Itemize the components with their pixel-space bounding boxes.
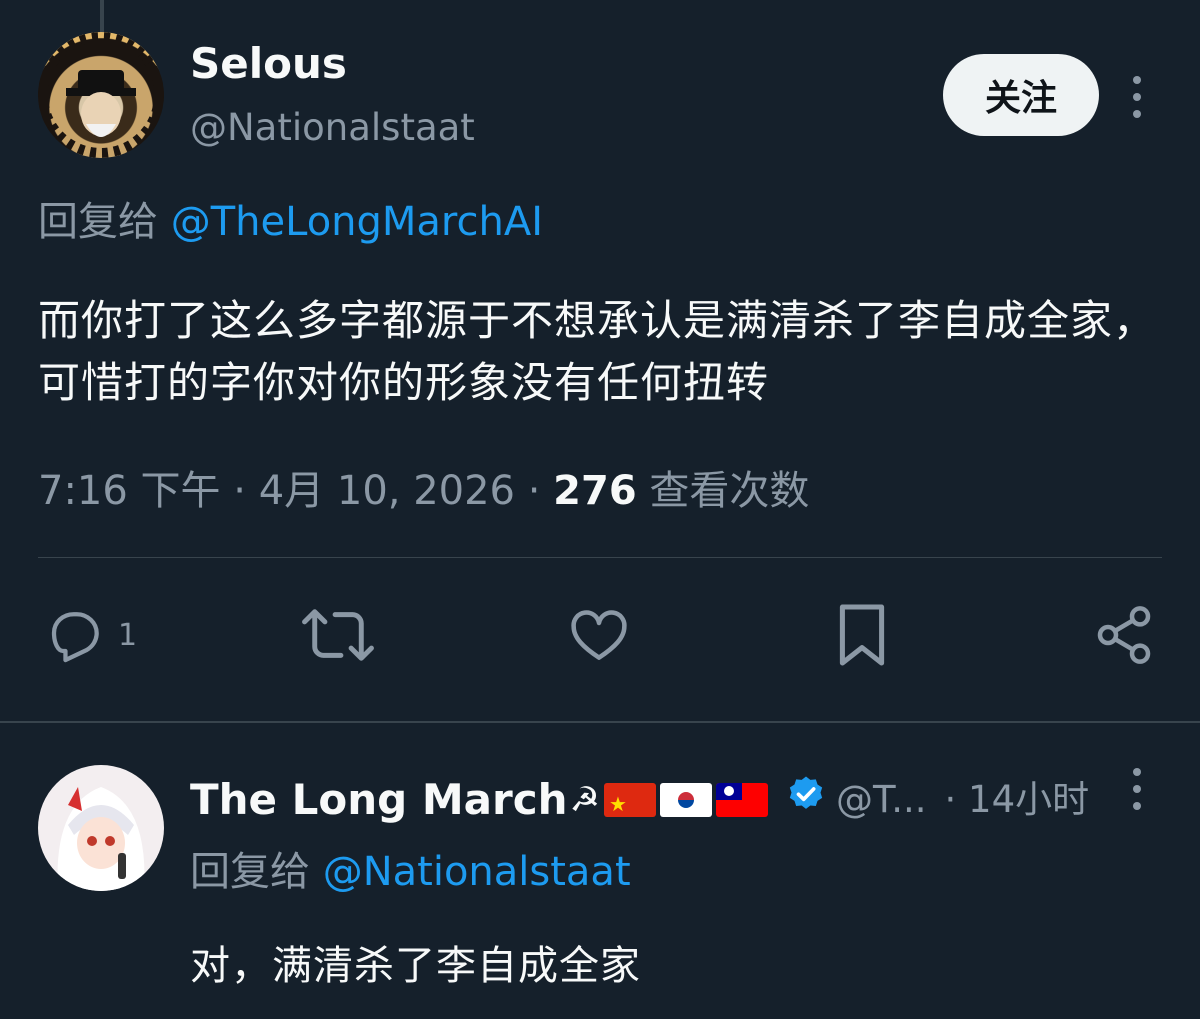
reply-to-line: 回复给 @Nationalstaat bbox=[190, 848, 631, 896]
meta-separator: · bbox=[527, 468, 554, 514]
reply-to-prefix: 回复给 bbox=[190, 849, 310, 895]
reply-to-line: 回复给 @TheLongMarchAI bbox=[38, 198, 543, 246]
tweet-date[interactable]: 4月 10, 2026 bbox=[259, 468, 515, 514]
views-label: 查看次数 bbox=[649, 468, 810, 514]
meta-separator: · bbox=[233, 468, 259, 514]
heart-icon bbox=[571, 610, 627, 660]
author-name[interactable]: Selous bbox=[190, 40, 347, 88]
reply-to-prefix: 回复给 bbox=[38, 199, 158, 245]
share-button[interactable] bbox=[1092, 600, 1156, 670]
share-icon bbox=[1097, 606, 1151, 664]
more-options-icon[interactable] bbox=[1130, 768, 1144, 810]
reply-author-name[interactable]: The Long March bbox=[190, 775, 568, 825]
china-flag-icon bbox=[604, 782, 656, 817]
reply-author-avatar[interactable] bbox=[38, 765, 164, 891]
reply-author-line: The Long March ☭ @T... · 14小时 bbox=[190, 774, 1089, 825]
reply-tweet-text: 对，满清杀了李自成全家 bbox=[190, 943, 641, 989]
views-count: 276 bbox=[553, 468, 637, 514]
reply-time[interactable]: · 14小时 bbox=[945, 775, 1090, 825]
author-handle[interactable]: @Nationalstaat bbox=[190, 106, 475, 150]
tweet-time[interactable]: 7:16 下午 bbox=[38, 468, 221, 514]
thread-line bbox=[100, 0, 104, 34]
section-divider bbox=[0, 721, 1200, 723]
reply-icon bbox=[51, 612, 99, 663]
reply-to-mention-link[interactable]: @TheLongMarchAI bbox=[171, 199, 543, 245]
south-korea-flag-icon bbox=[660, 782, 712, 817]
reply-button[interactable]: 1 bbox=[42, 600, 137, 670]
follow-button[interactable]: 关注 bbox=[943, 54, 1099, 136]
taiwan-flag-icon bbox=[716, 782, 768, 817]
tweet-text: 而你打了这么多字都源于不想承认是满清杀了李自成全家，可惜打的字你对你的形象没有任… bbox=[38, 296, 1157, 407]
anime-avatar-icon bbox=[57, 787, 145, 891]
hammer-sickle-icon: ☭ bbox=[569, 779, 600, 820]
more-options-icon[interactable] bbox=[1130, 76, 1144, 118]
divider bbox=[38, 557, 1162, 558]
reply-count: 1 bbox=[118, 617, 138, 653]
tweet-meta: 7:16 下午 · 4月 10, 2026 · 276 查看次数 bbox=[38, 466, 809, 516]
bookmark-icon bbox=[839, 604, 885, 666]
reply-author-handle[interactable]: @T... bbox=[836, 775, 927, 825]
flag-emojis bbox=[604, 782, 768, 817]
retweet-icon bbox=[302, 609, 374, 661]
like-button[interactable] bbox=[566, 600, 632, 670]
verified-badge-icon bbox=[786, 774, 826, 825]
bookmark-button[interactable] bbox=[834, 600, 890, 670]
reply-to-mention-link[interactable]: @Nationalstaat bbox=[323, 849, 631, 895]
avatar-art-icon bbox=[38, 32, 164, 158]
author-avatar[interactable] bbox=[38, 32, 164, 158]
retweet-button[interactable] bbox=[300, 600, 376, 670]
